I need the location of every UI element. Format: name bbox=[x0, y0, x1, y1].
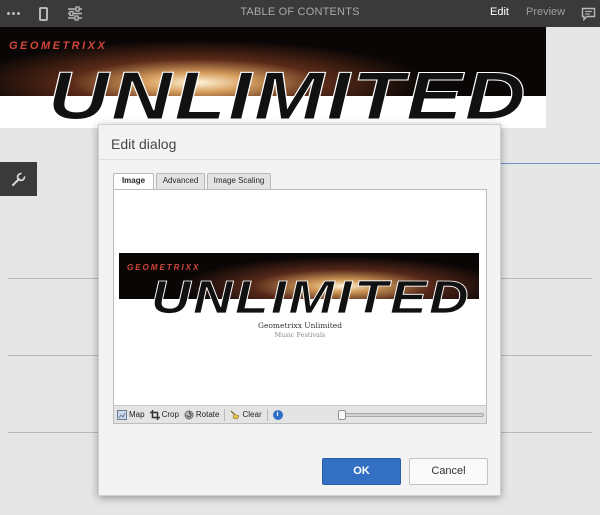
crop-button[interactable]: Crop bbox=[149, 409, 179, 420]
ok-button[interactable]: OK bbox=[322, 458, 401, 485]
page-title: TABLE OF CONTENTS bbox=[240, 6, 360, 18]
preview-mode-button[interactable]: Preview bbox=[526, 0, 565, 25]
dialog-divider bbox=[99, 159, 500, 160]
image-caption-title: Geometrixx Unlimited bbox=[257, 321, 343, 330]
rotate-label: Rotate bbox=[195, 410, 220, 419]
crop-icon bbox=[149, 409, 160, 420]
crop-label: Crop bbox=[161, 410, 179, 419]
zoom-slider[interactable] bbox=[338, 410, 484, 420]
image-caption-subtitle: Music Festivals bbox=[274, 331, 326, 339]
tab-advanced[interactable]: Advanced bbox=[156, 173, 205, 189]
cancel-button[interactable]: Cancel bbox=[409, 458, 488, 485]
tab-image-scaling[interactable]: Image Scaling bbox=[207, 173, 271, 189]
tab-image[interactable]: Image bbox=[113, 173, 154, 190]
rotate-button[interactable]: Rotate bbox=[184, 410, 220, 420]
banner-headline: UNLIMITED bbox=[48, 58, 528, 128]
wrench-icon[interactable] bbox=[0, 162, 37, 196]
toolbar-separator bbox=[224, 408, 226, 421]
map-button[interactable]: Map bbox=[117, 409, 145, 420]
zoom-slider-handle[interactable] bbox=[338, 410, 346, 420]
dialog-title: Edit dialog bbox=[111, 136, 177, 152]
top-toolbar: TABLE OF CONTENTS Edit Preview bbox=[0, 0, 600, 27]
map-label: Map bbox=[129, 410, 145, 419]
image-panel: GEOMETRIXX UNLIMITED Geometrixx Unlimite… bbox=[113, 189, 487, 424]
edit-dialog: Edit dialog Image Advanced Image Scaling bbox=[98, 124, 501, 496]
clear-button[interactable]: Clear bbox=[230, 410, 262, 420]
broom-icon bbox=[230, 410, 240, 420]
image-toolbar: Map Crop Rotate Clear i bbox=[114, 405, 486, 423]
image-preview[interactable]: GEOMETRIXX UNLIMITED bbox=[119, 253, 479, 319]
rotate-icon bbox=[184, 410, 194, 420]
clear-label: Clear bbox=[242, 410, 262, 419]
page-banner-image[interactable]: GEOMETRIXX UNLIMITED bbox=[0, 27, 546, 128]
annotate-icon[interactable] bbox=[580, 4, 596, 23]
map-icon bbox=[117, 409, 127, 420]
info-icon[interactable]: i bbox=[272, 409, 283, 420]
preview-headline: UNLIMITED bbox=[151, 271, 471, 319]
toolbar-separator bbox=[266, 408, 268, 421]
banner-brand: GEOMETRIXX bbox=[9, 40, 107, 52]
drop-target-line bbox=[500, 163, 600, 164]
edit-mode-button[interactable]: Edit bbox=[490, 0, 509, 25]
